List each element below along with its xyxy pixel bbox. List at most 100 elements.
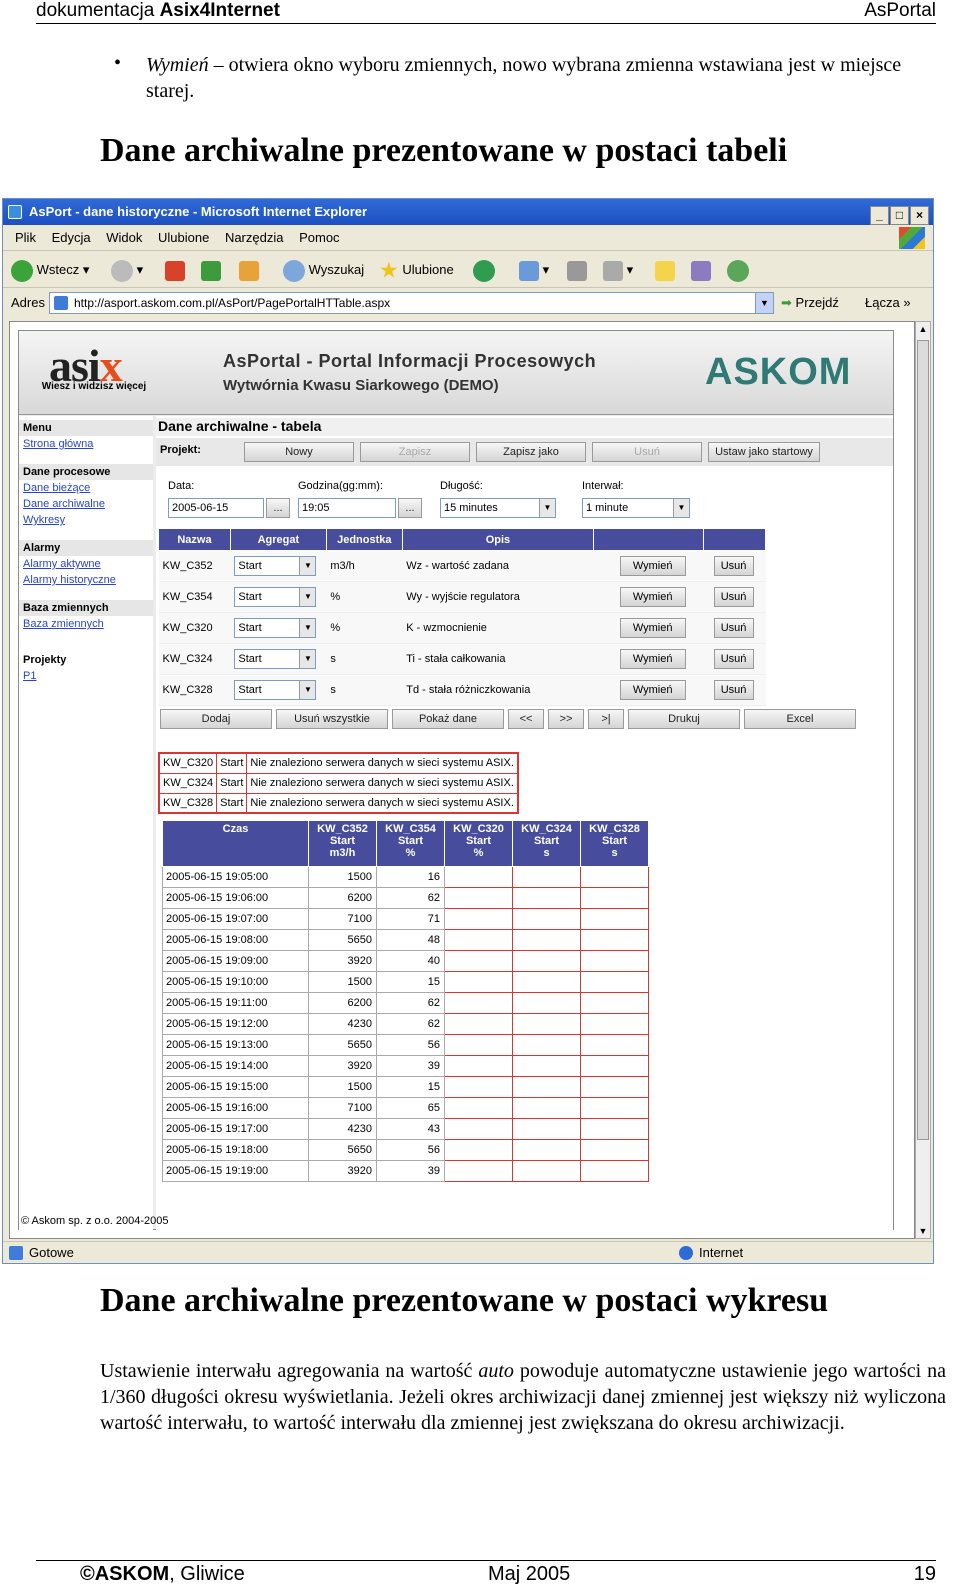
menu-narzedzia[interactable]: Narzędzia: [225, 230, 284, 245]
time-picker-button[interactable]: ...: [398, 498, 422, 518]
next-page-button[interactable]: >>: [548, 709, 584, 729]
research-button[interactable]: [691, 258, 711, 282]
menu-widok[interactable]: Widok: [106, 230, 142, 245]
remove-all-button[interactable]: Usuń wszystkie: [276, 709, 388, 729]
date-input[interactable]: 2005-06-15: [168, 498, 264, 518]
sidebar-item-archive[interactable]: Dane archiwalne: [19, 496, 153, 512]
menu-pomoc[interactable]: Pomoc: [299, 230, 339, 245]
replace-button[interactable]: Wymień: [619, 680, 686, 700]
sidebar-item-p1[interactable]: P1: [19, 668, 153, 684]
delete-button[interactable]: Usuń: [592, 442, 702, 462]
minimize-icon[interactable]: _: [870, 206, 889, 225]
empty-cell: [444, 971, 513, 993]
value-cell: 1500: [308, 971, 377, 993]
last-page-button[interactable]: >|: [588, 709, 624, 729]
print-button[interactable]: [567, 258, 587, 282]
length-select[interactable]: 15 minutes ▼: [440, 498, 556, 518]
empty-cell: [512, 929, 581, 951]
date-picker-button[interactable]: ...: [266, 498, 290, 518]
set-start-button[interactable]: Ustaw jako startowy: [708, 442, 820, 462]
scroll-down-icon[interactable]: ▼: [917, 1224, 929, 1238]
aggregate-select[interactable]: Start ▼: [234, 556, 317, 576]
go-button[interactable]: ➡ Przejdź: [781, 289, 839, 317]
interval-select[interactable]: 1 minute ▼: [582, 498, 690, 518]
add-button[interactable]: Dodaj: [160, 709, 272, 729]
error-variable: KW_C324: [158, 772, 218, 794]
menu-edycja[interactable]: Edycja: [52, 230, 91, 245]
excel-button[interactable]: Excel: [744, 709, 856, 729]
show-data-button[interactable]: Pokaż dane: [392, 709, 504, 729]
sidebar-item-history-alarms[interactable]: Alarmy historyczne: [19, 572, 153, 588]
variable-name: KW_C328: [158, 674, 231, 706]
aggregate-select[interactable]: Start ▼: [234, 618, 317, 638]
browser-menubar: Plik Edycja Widok Ulubione Narzędzia Pom…: [3, 225, 933, 251]
mail-button[interactable]: ▾: [519, 258, 549, 282]
sidebar-item-current[interactable]: Dane bieżące: [19, 480, 153, 496]
refresh-button[interactable]: [201, 258, 221, 282]
first-page-button[interactable]: <<: [508, 709, 544, 729]
aggregate-select[interactable]: Start ▼: [234, 587, 317, 607]
aggregate-select[interactable]: Start ▼: [234, 649, 317, 669]
data-col-header-line: Start: [465, 835, 492, 847]
address-dropdown-icon[interactable]: ▼: [755, 293, 773, 313]
maximize-icon[interactable]: □: [890, 206, 909, 225]
sidebar-item-charts[interactable]: Wykresy: [19, 512, 153, 528]
value-cell: 71: [376, 908, 445, 930]
error-variable: KW_C320: [158, 752, 218, 774]
browser-viewport: asix Wiesz i widzisz więcej AsPortal - P…: [9, 321, 915, 1239]
sidebar-item-home[interactable]: Strona główna: [19, 436, 153, 452]
variable-description: Wz - wartość zadana: [402, 550, 594, 582]
address-input[interactable]: http://asport.askom.com.pl/AsPort/PagePo…: [49, 292, 774, 314]
value-cell: 5650: [308, 929, 377, 951]
forward-button[interactable]: ▾: [111, 258, 143, 282]
mail-icon: [519, 260, 539, 281]
remove-button[interactable]: Usuń: [713, 587, 754, 607]
remove-button[interactable]: Usuń: [713, 649, 754, 669]
sidebar-item-active-alarms[interactable]: Alarmy aktywne: [19, 556, 153, 572]
data-header-row: Czas KW_C352 Start m3/h KW_C354 Start% KW_C320…: [162, 820, 649, 867]
value-cell: 5650: [308, 1034, 377, 1056]
favorites-button[interactable]: ★ Ulubione: [379, 258, 454, 282]
replace-button[interactable]: Wymień: [619, 618, 686, 638]
variable-description: Ti - stała całkowania: [402, 643, 594, 675]
menu-plik[interactable]: Plik: [15, 230, 36, 245]
interval-label: Interwał:: [582, 480, 624, 492]
error-aggregate: Start: [216, 772, 248, 794]
remove-button[interactable]: Usuń: [713, 680, 754, 700]
print-data-button[interactable]: Drukuj: [628, 709, 740, 729]
forward-arrow-icon: [111, 259, 133, 282]
remove-button[interactable]: Usuń: [713, 556, 754, 576]
value-cell: 16: [376, 866, 445, 888]
links-button[interactable]: Łącza »: [865, 289, 911, 317]
replace-button[interactable]: Wymień: [619, 556, 686, 576]
remove-button[interactable]: Usuń: [713, 618, 754, 638]
new-button[interactable]: Nowy: [244, 442, 354, 462]
back-button[interactable]: Wstecz ▾: [11, 258, 89, 282]
stop-button[interactable]: [165, 258, 185, 282]
time-input[interactable]: 19:05: [298, 498, 396, 518]
replace-cell: Wymień: [593, 581, 704, 613]
value-cell: 6200: [308, 887, 377, 909]
home-button[interactable]: [239, 258, 259, 282]
save-as-button[interactable]: Zapisz jako: [476, 442, 586, 462]
empty-cell: [512, 1055, 581, 1077]
messenger-button[interactable]: [727, 258, 749, 282]
close-icon[interactable]: ×: [910, 206, 929, 225]
portal-main: Dane archiwalne - tabela Projekt: Nowy Z…: [156, 416, 893, 1231]
discuss-button[interactable]: [655, 258, 675, 282]
vertical-scrollbar[interactable]: ▲ ▼: [915, 321, 931, 1239]
replace-button[interactable]: Wymień: [619, 587, 686, 607]
chevron-down-icon: ▼: [539, 499, 555, 517]
menu-ulubione[interactable]: Ulubione: [158, 230, 209, 245]
aggregate-select[interactable]: Start ▼: [234, 680, 317, 700]
bullet-term: Wymień: [146, 54, 209, 76]
empty-cell: [512, 1097, 581, 1119]
search-button[interactable]: Wyszukaj: [283, 258, 364, 282]
save-button[interactable]: Zapisz: [360, 442, 470, 462]
sidebar-item-vars[interactable]: Baza zmiennych: [19, 616, 153, 632]
edit-button[interactable]: ▾: [603, 258, 633, 282]
scroll-up-icon[interactable]: ▲: [917, 322, 929, 336]
replace-button[interactable]: Wymień: [619, 649, 686, 669]
scroll-thumb[interactable]: [917, 340, 929, 1140]
history-button[interactable]: [473, 258, 495, 282]
